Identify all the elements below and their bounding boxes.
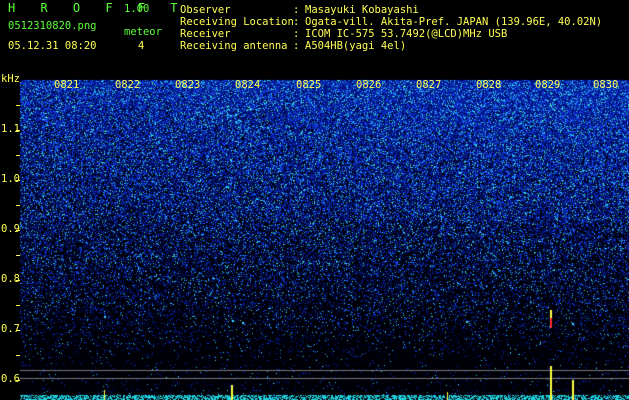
frequency-axis: kHz 1.1 1.0 0.9 0.8 0.7 0.6	[0, 74, 20, 400]
time-label: 0821	[54, 79, 80, 91]
axis-tick	[16, 280, 20, 281]
axis-tick	[16, 380, 20, 381]
axis-tick	[16, 305, 20, 306]
meteor-count: 4	[138, 40, 145, 52]
axis-tick	[16, 255, 20, 256]
info-key-antenna: Receiving antenna	[180, 40, 288, 52]
info-sep: :	[293, 40, 300, 52]
info-value-antenna: A504HB(yagi 4el)	[305, 40, 407, 52]
time-label: 0826	[356, 79, 382, 91]
app-version: 1.00	[124, 3, 150, 15]
time-label: 0825	[296, 79, 322, 91]
time-label: 0824	[235, 79, 261, 91]
time-label: 0828	[476, 79, 502, 91]
file-name: 0512310820.png	[8, 20, 97, 32]
axis-tick	[16, 105, 20, 106]
axis-tick	[16, 130, 20, 131]
time-label-row: 0821 0822 0823 0824 0825 0826 0827 0828 …	[20, 80, 629, 92]
time-label: 0830	[593, 79, 619, 91]
time-label: 0829	[535, 79, 561, 91]
axis-unit-label: kHz	[1, 73, 20, 85]
axis-tick	[16, 205, 20, 206]
axis-tick	[16, 155, 20, 156]
axis-tick	[16, 180, 20, 181]
header-panel: H R O F F T 1.00 0512310820.png meteor 0…	[0, 0, 629, 74]
spectrogram-canvas	[0, 74, 629, 400]
axis-tick	[16, 230, 20, 231]
axis-tick	[16, 330, 20, 331]
time-label: 0823	[175, 79, 201, 91]
app-title: H R O F F T	[8, 1, 187, 15]
time-label: 0822	[115, 79, 141, 91]
meteor-label: meteor	[124, 26, 162, 38]
date-time: 05.12.31 08:20	[8, 40, 97, 52]
time-label: 0827	[416, 79, 442, 91]
axis-tick	[16, 355, 20, 356]
